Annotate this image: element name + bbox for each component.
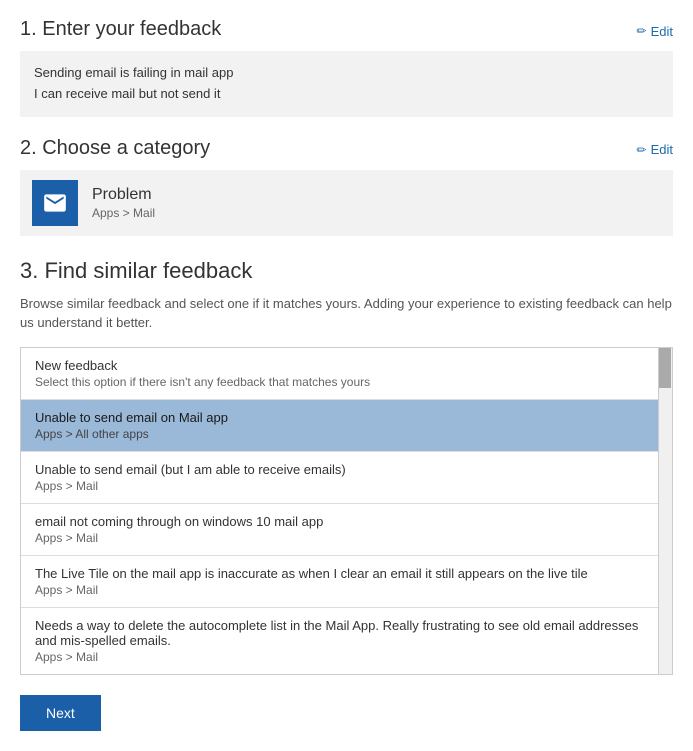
- feedback-line2: I can receive mail but not send it: [34, 84, 659, 105]
- section2-edit-label: Edit: [651, 142, 673, 157]
- list-item[interactable]: email not coming through on windows 10 m…: [21, 504, 658, 556]
- section2-title: 2. Choose a category: [20, 137, 210, 160]
- list-item-sub: Select this option if there isn't any fe…: [35, 375, 644, 389]
- category-text: Problem Apps > Mail: [92, 186, 155, 220]
- list-item[interactable]: New feedback Select this option if there …: [21, 348, 658, 400]
- category-type: Problem: [92, 186, 155, 204]
- list-item-title: Unable to send email on Mail app: [35, 410, 644, 425]
- section1-title: 1. Enter your feedback: [20, 18, 221, 41]
- list-item-title: Needs a way to delete the autocomplete l…: [35, 618, 644, 648]
- section2-header: 2. Choose a category ✏ Edit: [20, 137, 673, 160]
- list-item[interactable]: The Live Tile on the mail app is inaccur…: [21, 556, 658, 608]
- category-mail-icon: [32, 180, 78, 226]
- list-item-title: New feedback: [35, 358, 644, 373]
- list-item-sub: Apps > All other apps: [35, 427, 644, 441]
- list-item-sub: Apps > Mail: [35, 479, 644, 493]
- list-item-sub: Apps > Mail: [35, 583, 644, 597]
- list-item[interactable]: Unable to send email on Mail app Apps > A…: [21, 400, 658, 452]
- category-box: Problem Apps > Mail: [20, 170, 673, 236]
- edit-icon-2: ✏: [637, 143, 647, 157]
- section1-edit-label: Edit: [651, 24, 673, 39]
- scrollbar-thumb[interactable]: [659, 348, 671, 388]
- list-item[interactable]: Unable to send email (but I am able to r…: [21, 452, 658, 504]
- section2-edit-button[interactable]: ✏ Edit: [637, 142, 673, 157]
- category-path: Apps > Mail: [92, 206, 155, 220]
- list-item-sub: Apps > Mail: [35, 650, 644, 664]
- section3-description: Browse similar feedback and select one i…: [20, 294, 673, 333]
- feedback-line1: Sending email is failing in mail app: [34, 63, 659, 84]
- list-item-title: Unable to send email (but I am able to r…: [35, 462, 644, 477]
- list-item-title: email not coming through on windows 10 m…: [35, 514, 644, 529]
- list-item[interactable]: Needs a way to delete the autocomplete l…: [21, 608, 658, 674]
- edit-icon-1: ✏: [637, 24, 647, 38]
- section1-edit-button[interactable]: ✏ Edit: [637, 24, 673, 39]
- scrollbar[interactable]: [659, 347, 673, 675]
- section1-header: 1. Enter your feedback ✏ Edit: [20, 18, 673, 41]
- next-button[interactable]: Next: [20, 695, 101, 731]
- section3-title: 3. Find similar feedback: [20, 258, 673, 284]
- list-item-title: The Live Tile on the mail app is inaccur…: [35, 566, 644, 581]
- feedback-list: New feedback Select this option if there …: [20, 347, 659, 675]
- feedback-text-box: Sending email is failing in mail app I c…: [20, 51, 673, 117]
- section3-header: 3. Find similar feedback: [20, 258, 673, 284]
- list-item-sub: Apps > Mail: [35, 531, 644, 545]
- feedback-list-container: New feedback Select this option if there …: [20, 347, 673, 675]
